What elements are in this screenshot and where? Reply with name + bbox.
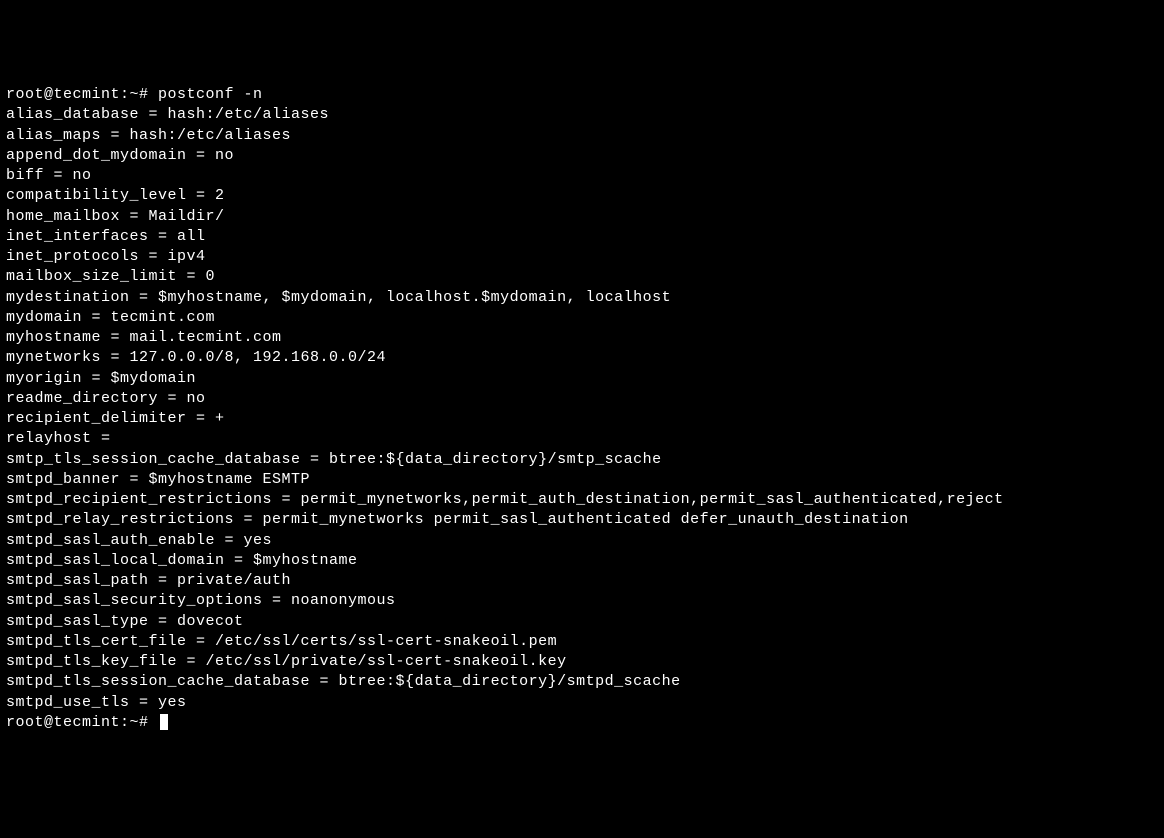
output-line: mydestination = $myhostname, $mydomain, … bbox=[6, 288, 1158, 308]
output-line: smtpd_tls_cert_file = /etc/ssl/certs/ssl… bbox=[6, 632, 1158, 652]
output-line: alias_maps = hash:/etc/aliases bbox=[6, 126, 1158, 146]
prompt-line: root@tecmint:~# bbox=[6, 713, 1158, 733]
terminal-output[interactable]: root@tecmint:~# postconf -nalias_databas… bbox=[6, 85, 1158, 733]
command-line: root@tecmint:~# postconf -n bbox=[6, 85, 1158, 105]
output-line: smtpd_use_tls = yes bbox=[6, 693, 1158, 713]
output-line: smtpd_sasl_local_domain = $myhostname bbox=[6, 551, 1158, 571]
output-line: alias_database = hash:/etc/aliases bbox=[6, 105, 1158, 125]
output-line: recipient_delimiter = + bbox=[6, 409, 1158, 429]
output-line: smtpd_sasl_security_options = noanonymou… bbox=[6, 591, 1158, 611]
output-line: smtpd_sasl_auth_enable = yes bbox=[6, 531, 1158, 551]
shell-prompt: root@tecmint:~# bbox=[6, 714, 158, 731]
output-line: home_mailbox = Maildir/ bbox=[6, 207, 1158, 227]
output-line: append_dot_mydomain = no bbox=[6, 146, 1158, 166]
output-line: myhostname = mail.tecmint.com bbox=[6, 328, 1158, 348]
output-line: smtpd_recipient_restrictions = permit_my… bbox=[6, 490, 1158, 510]
output-line: smtpd_tls_session_cache_database = btree… bbox=[6, 672, 1158, 692]
output-line: smtp_tls_session_cache_database = btree:… bbox=[6, 450, 1158, 470]
output-line: relayhost = bbox=[6, 429, 1158, 449]
output-line: inet_protocols = ipv4 bbox=[6, 247, 1158, 267]
output-line: myorigin = $mydomain bbox=[6, 369, 1158, 389]
output-line: smtpd_sasl_type = dovecot bbox=[6, 612, 1158, 632]
output-line: smtpd_relay_restrictions = permit_mynetw… bbox=[6, 510, 1158, 530]
cursor-icon bbox=[160, 714, 168, 730]
output-line: compatibility_level = 2 bbox=[6, 186, 1158, 206]
output-line: biff = no bbox=[6, 166, 1158, 186]
output-line: mynetworks = 127.0.0.0/8, 192.168.0.0/24 bbox=[6, 348, 1158, 368]
output-line: smtpd_tls_key_file = /etc/ssl/private/ss… bbox=[6, 652, 1158, 672]
command-text: postconf -n bbox=[158, 86, 263, 103]
output-line: inet_interfaces = all bbox=[6, 227, 1158, 247]
output-line: readme_directory = no bbox=[6, 389, 1158, 409]
output-line: mydomain = tecmint.com bbox=[6, 308, 1158, 328]
output-line: smtpd_banner = $myhostname ESMTP bbox=[6, 470, 1158, 490]
output-line: mailbox_size_limit = 0 bbox=[6, 267, 1158, 287]
shell-prompt: root@tecmint:~# bbox=[6, 86, 158, 103]
output-line: smtpd_sasl_path = private/auth bbox=[6, 571, 1158, 591]
